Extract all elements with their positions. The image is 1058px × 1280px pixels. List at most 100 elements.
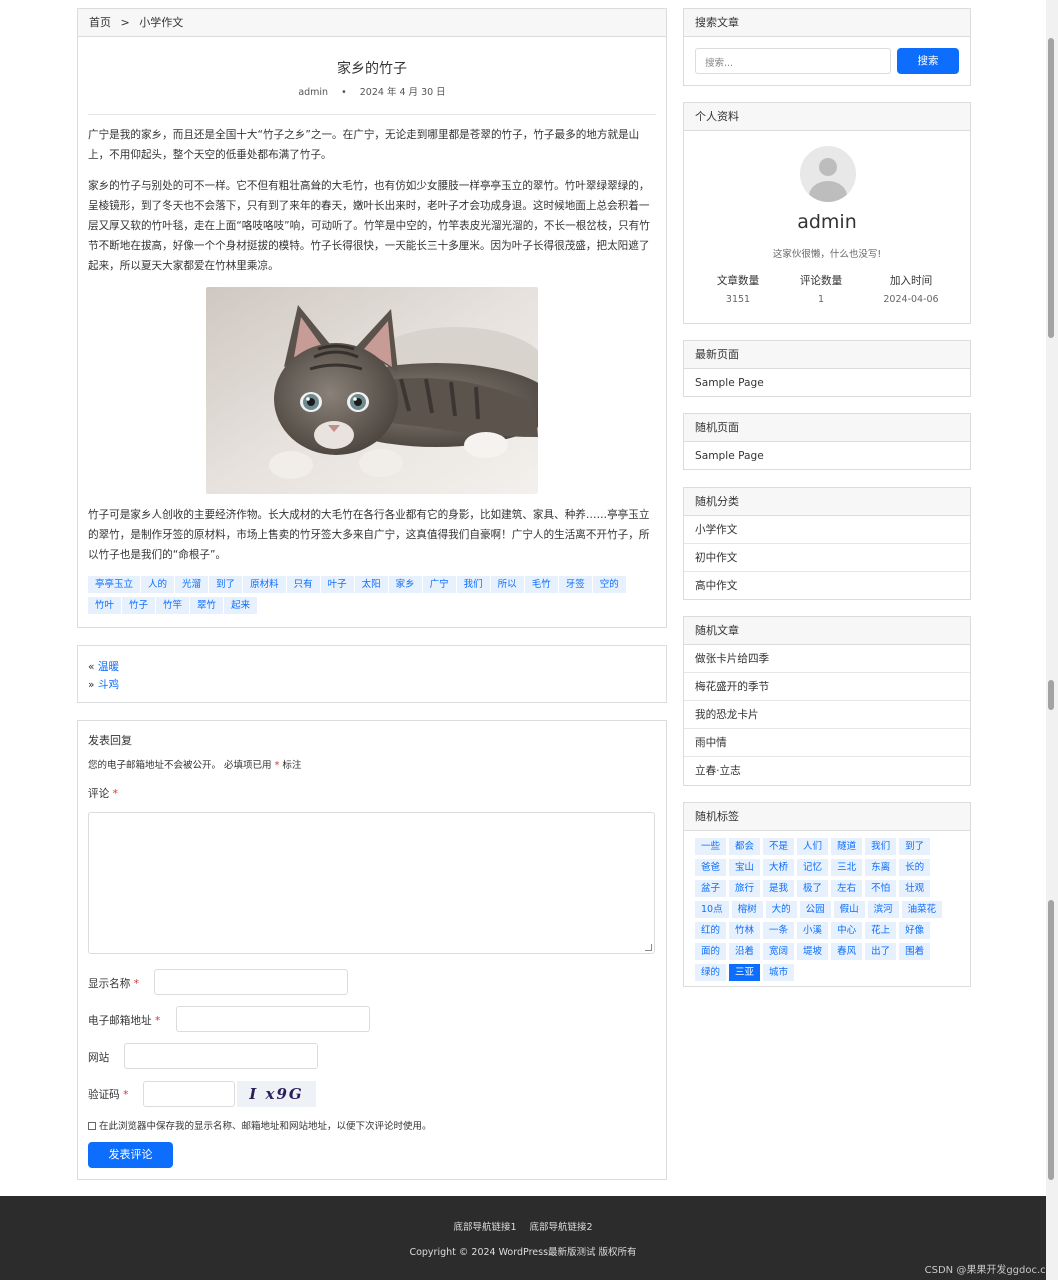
tag-cloud-item[interactable]: 一些 [695, 838, 727, 855]
tag-cloud-item[interactable]: 花上 [865, 922, 897, 939]
list-item[interactable]: 做张卡片给四季 [684, 645, 970, 673]
tag-cloud-item[interactable]: 油菜花 [901, 901, 943, 918]
post-tag[interactable]: 人的 [141, 576, 175, 593]
tag-cloud-item[interactable]: 出了 [865, 943, 897, 960]
tag-cloud-item[interactable]: 榕树 [731, 901, 763, 918]
list-item[interactable]: 雨中情 [684, 729, 970, 757]
resize-grip-icon[interactable] [645, 944, 652, 951]
tag-cloud-item[interactable]: 10点 [695, 901, 729, 918]
tag-cloud-item[interactable]: 春风 [831, 943, 863, 960]
email-input[interactable] [176, 1006, 370, 1032]
tag-cloud-item[interactable]: 一条 [763, 922, 795, 939]
post-tag[interactable]: 牙签 [558, 576, 592, 593]
post-tag[interactable]: 竹子 [122, 597, 156, 614]
tag-cloud-item[interactable]: 旅行 [729, 880, 761, 897]
remember-checkbox[interactable] [88, 1122, 96, 1130]
tag-cloud-item[interactable]: 盆子 [695, 880, 727, 897]
breadcrumb-home[interactable]: 首页 [89, 16, 111, 29]
post-tag[interactable]: 家乡 [388, 576, 422, 593]
post-tag[interactable]: 空的 [592, 576, 626, 593]
post-tag[interactable]: 竹叶 [88, 597, 122, 614]
remember-me[interactable]: 在此浏览器中保存我的显示名称、邮箱地址和网站地址，以便下次评论时使用。 [88, 1118, 432, 1132]
post-tag[interactable]: 翠竹 [190, 597, 224, 614]
tag-cloud-item[interactable]: 东离 [865, 859, 897, 876]
captcha-image[interactable]: I x9G [237, 1081, 316, 1107]
tag-cloud-item[interactable]: 公园 [799, 901, 831, 918]
tag-cloud-item[interactable]: 面的 [695, 943, 727, 960]
list-item[interactable]: 初中作文 [684, 544, 970, 572]
tag-cloud-item[interactable]: 宽阔 [763, 943, 795, 960]
tag-cloud-item[interactable]: 都会 [729, 838, 761, 855]
post-tag[interactable]: 光溜 [175, 576, 209, 593]
comment-label: 评论 * [88, 786, 118, 801]
post-tag[interactable]: 广宁 [422, 576, 456, 593]
tag-cloud-item[interactable]: 中心 [831, 922, 863, 939]
tag-cloud-item[interactable]: 极了 [797, 880, 829, 897]
tag-cloud-item[interactable]: 城市 [763, 964, 795, 981]
tag-cloud-item[interactable]: 宝山 [729, 859, 761, 876]
tag-cloud-item[interactable]: 小溪 [797, 922, 829, 939]
tag-cloud-item[interactable]: 人们 [797, 838, 829, 855]
tag-cloud-item[interactable]: 好像 [899, 922, 931, 939]
post-tag[interactable]: 起来 [224, 597, 258, 614]
tag-cloud-item[interactable]: 绿的 [695, 964, 727, 981]
tag-cloud-item[interactable]: 大桥 [763, 859, 795, 876]
list-item[interactable]: Sample Page [684, 369, 970, 397]
scrollbar-thumb[interactable] [1048, 38, 1054, 338]
name-input[interactable] [154, 969, 348, 995]
tag-cloud-item[interactable]: 是我 [763, 880, 795, 897]
captcha-input[interactable] [143, 1081, 235, 1107]
post-tag[interactable]: 叶子 [320, 576, 354, 593]
list-item[interactable]: 立春·立志 [684, 757, 970, 785]
tag-cloud-item[interactable]: 三亚 [729, 964, 761, 981]
post-tag[interactable]: 亭亭玉立 [88, 576, 141, 593]
scrollbar-thumb[interactable] [1048, 900, 1054, 1180]
post-tag[interactable]: 竹竿 [156, 597, 190, 614]
website-input[interactable] [124, 1043, 318, 1069]
prev-post-link[interactable]: 温暖 [98, 661, 119, 673]
submit-comment-button[interactable]: 发表评论 [88, 1142, 173, 1168]
tag-cloud-item[interactable]: 沿着 [729, 943, 761, 960]
search-button[interactable]: 搜索 [897, 48, 959, 74]
tag-cloud-item[interactable]: 三北 [831, 859, 863, 876]
list-item[interactable]: 高中作文 [684, 572, 970, 600]
post-tag[interactable]: 原材料 [243, 576, 286, 593]
tag-cloud-item[interactable]: 左右 [831, 880, 863, 897]
post-tag[interactable]: 到了 [209, 576, 243, 593]
post-tag[interactable]: 毛竹 [524, 576, 558, 593]
tag-cloud-item[interactable]: 到了 [899, 838, 931, 855]
tag-cloud-item[interactable]: 堤坡 [797, 943, 829, 960]
tag-cloud-item[interactable]: 不怕 [865, 880, 897, 897]
tag-cloud-item[interactable]: 假山 [833, 901, 865, 918]
tag-cloud-item[interactable]: 壮观 [899, 880, 931, 897]
search-input[interactable]: 搜索... [695, 48, 891, 74]
breadcrumb-current[interactable]: 小学作文 [139, 16, 183, 29]
tag-cloud-item[interactable]: 滨河 [867, 901, 899, 918]
list-item[interactable]: Sample Page [684, 442, 970, 470]
tag-cloud-item[interactable]: 记忆 [797, 859, 829, 876]
post-tag[interactable]: 所以 [490, 576, 524, 593]
list-item[interactable]: 小学作文 [684, 516, 970, 544]
tag-cloud-item[interactable]: 大的 [765, 901, 797, 918]
tag-cloud-item[interactable]: 爸爸 [695, 859, 727, 876]
post-tag[interactable]: 我们 [456, 576, 490, 593]
tag-cloud-item[interactable]: 红的 [695, 922, 727, 939]
search-placeholder: 搜索... [705, 58, 734, 69]
tag-cloud-item[interactable]: 长的 [899, 859, 931, 876]
post-tag[interactable]: 太阳 [354, 576, 388, 593]
scrollbar-thumb[interactable] [1048, 680, 1054, 710]
post-tag[interactable]: 只有 [286, 576, 320, 593]
tag-cloud-item[interactable]: 不是 [763, 838, 795, 855]
footer-link-2[interactable]: 底部导航链接2 [530, 1222, 593, 1233]
footer-link-1[interactable]: 底部导航链接1 [453, 1222, 516, 1233]
tag-cloud-item[interactable]: 竹林 [729, 922, 761, 939]
post-author[interactable]: admin [298, 87, 328, 98]
next-post-link[interactable]: 斗鸡 [98, 679, 119, 691]
tag-cloud-item[interactable]: 我们 [865, 838, 897, 855]
tag-cloud-item[interactable]: 隧道 [831, 838, 863, 855]
list-item[interactable]: 梅花盛开的季节 [684, 673, 970, 701]
tag-cloud-item[interactable]: 围着 [899, 943, 931, 960]
list-item[interactable]: 我的恐龙卡片 [684, 701, 970, 729]
paragraph-2: 家乡的竹子与别处的可不一样。它不但有粗壮高耸的大毛竹，也有仿如少女腰肢一样亭亭玉… [88, 180, 650, 272]
comment-textarea[interactable] [88, 812, 655, 954]
